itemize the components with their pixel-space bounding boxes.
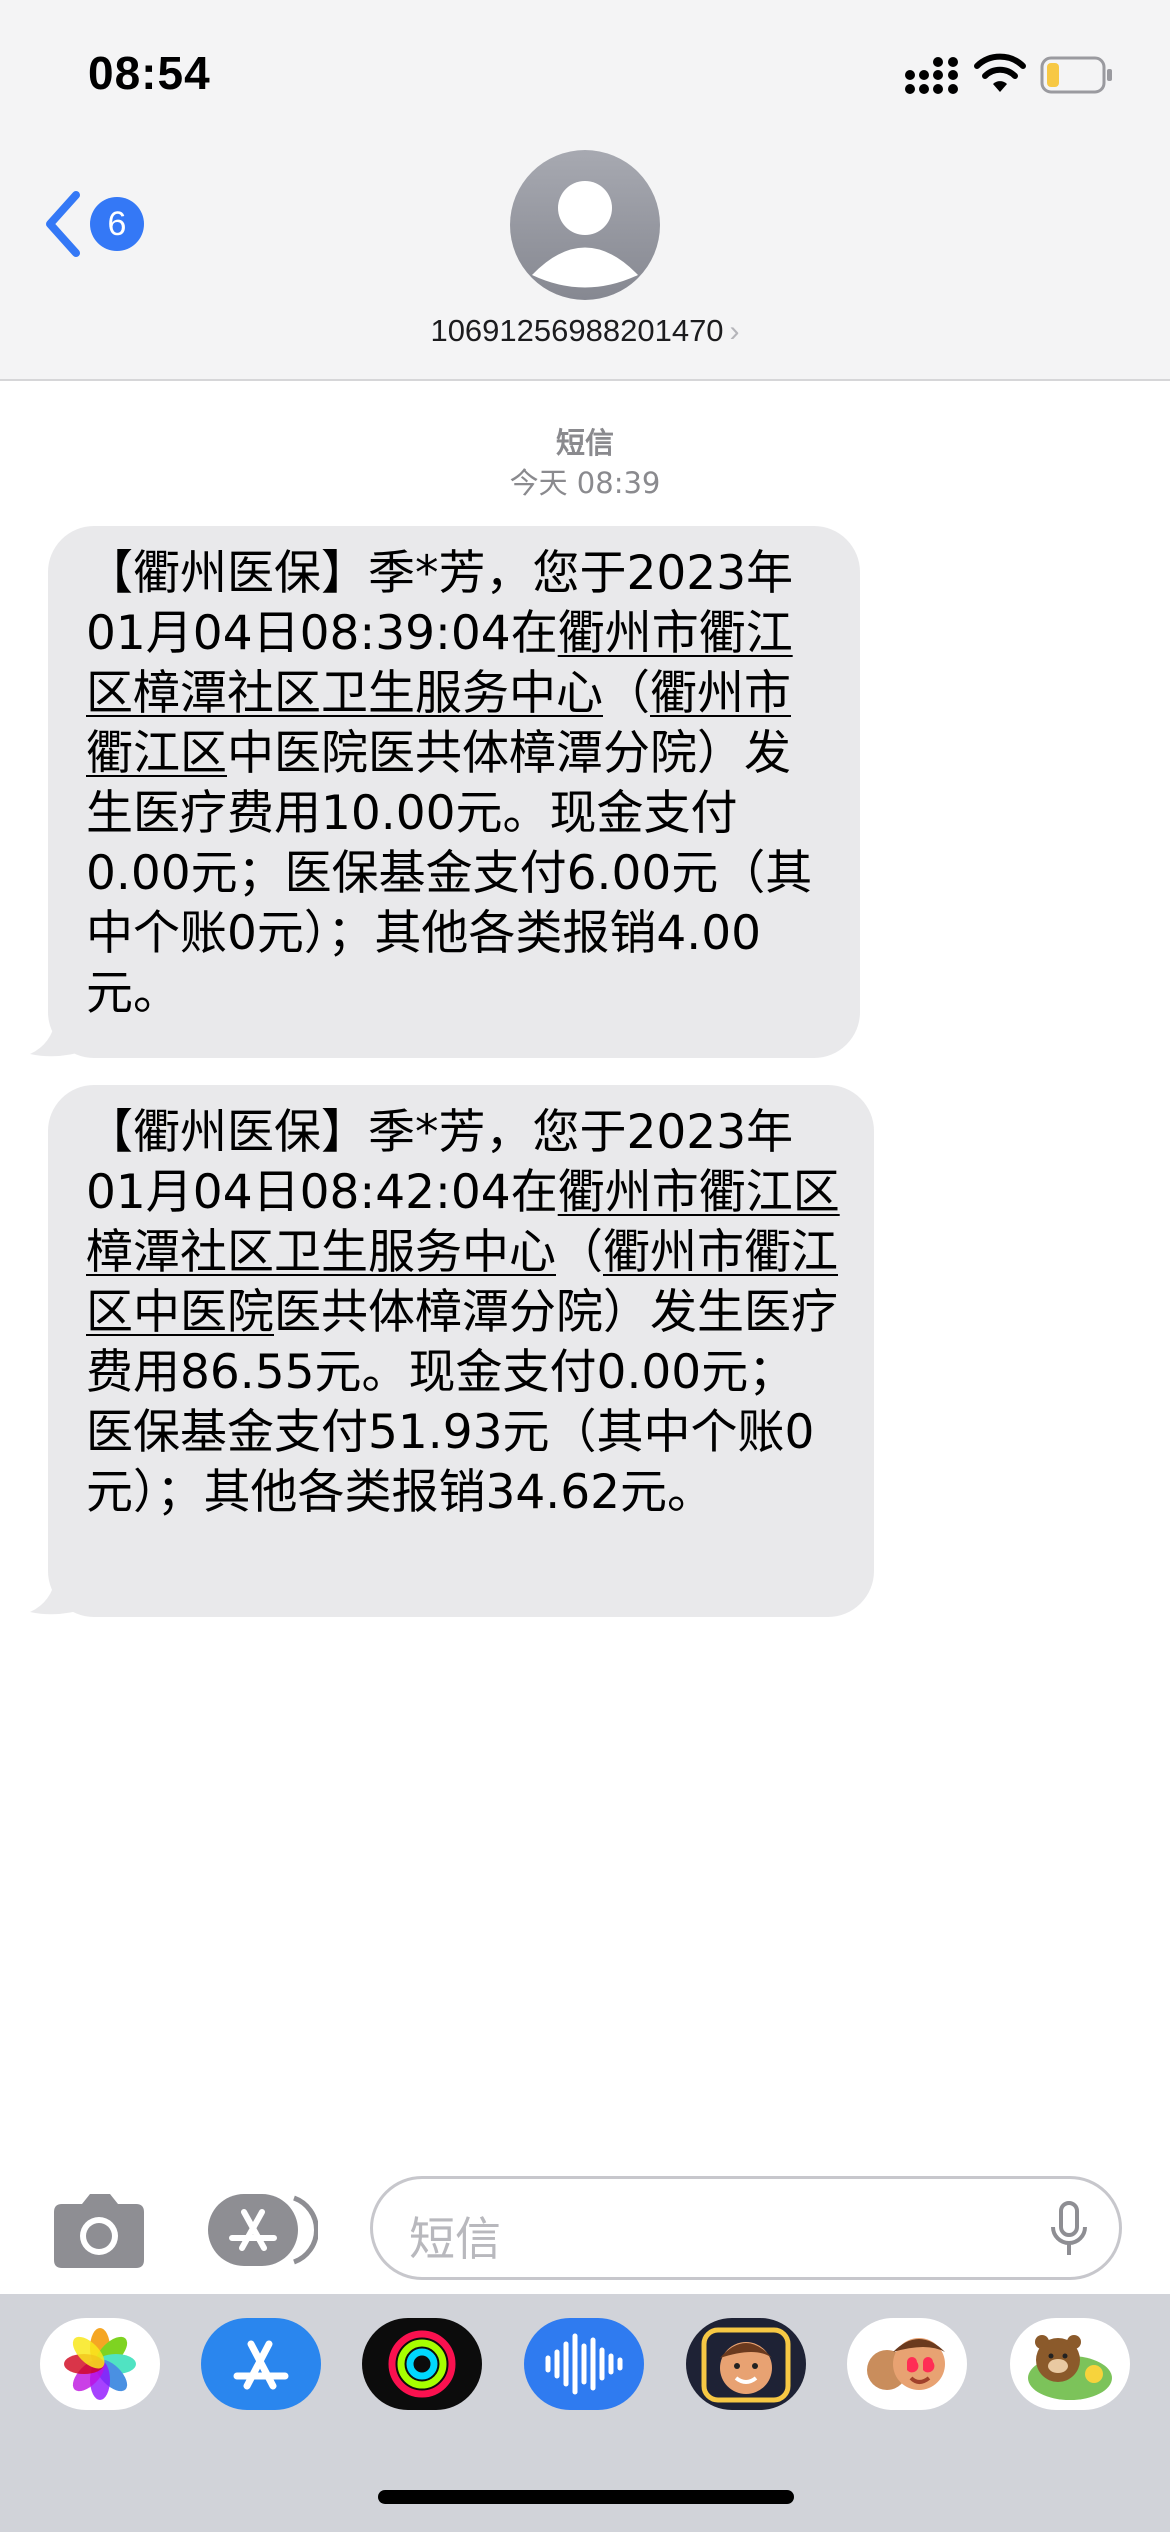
back-button[interactable]: 6: [40, 184, 160, 264]
contact-number-text: 10691256988201470: [430, 313, 724, 348]
contact-number[interactable]: 10691256988201470 ›: [0, 313, 1170, 349]
memoji-stickers-icon[interactable]: [847, 2318, 967, 2410]
microphone-icon[interactable]: [1049, 2201, 1089, 2259]
app-store-icon[interactable]: [201, 2318, 321, 2410]
message-bubble[interactable]: 【衢州医保】季*芳，您于2023年01月04日08:39:04在衢州市衢江区樟潭…: [48, 526, 860, 1058]
activity-icon[interactable]: [362, 2318, 482, 2410]
audio-message-icon[interactable]: [524, 2318, 644, 2410]
conversation-header: 08:54 6 10691256988201470 ›: [0, 0, 1170, 381]
status-time: 08:54: [88, 47, 211, 99]
line-friends-stickers-icon[interactable]: [1010, 2318, 1130, 2410]
person-icon: [532, 181, 638, 288]
memoji-icon[interactable]: [686, 2318, 806, 2410]
cellular-signal-icon: [905, 57, 958, 94]
home-indicator[interactable]: [378, 2490, 794, 2504]
chevron-left-icon: [46, 191, 80, 257]
camera-icon[interactable]: [52, 2190, 146, 2270]
message-input[interactable]: 短信: [370, 2176, 1122, 2280]
service-label: 短信: [555, 426, 614, 460]
battery-icon: [1040, 56, 1112, 94]
message-bubble[interactable]: 【衢州医保】季*芳，您于2023年01月04日08:42:04在衢州市衢江区樟潭…: [48, 1085, 874, 1617]
conversation-timestamp: 今天 08:39: [509, 466, 661, 500]
wifi-icon: [974, 53, 1026, 92]
message-text: （: [603, 666, 650, 721]
app-store-icon[interactable]: [206, 2192, 318, 2268]
message-input-placeholder: 短信: [409, 2212, 501, 2266]
chevron-right-icon: ›: [729, 315, 740, 348]
contact-avatar[interactable]: [510, 150, 660, 300]
message-text: （: [556, 1225, 603, 1280]
unread-count-badge: 6: [90, 197, 144, 251]
photos-icon[interactable]: [40, 2318, 160, 2410]
